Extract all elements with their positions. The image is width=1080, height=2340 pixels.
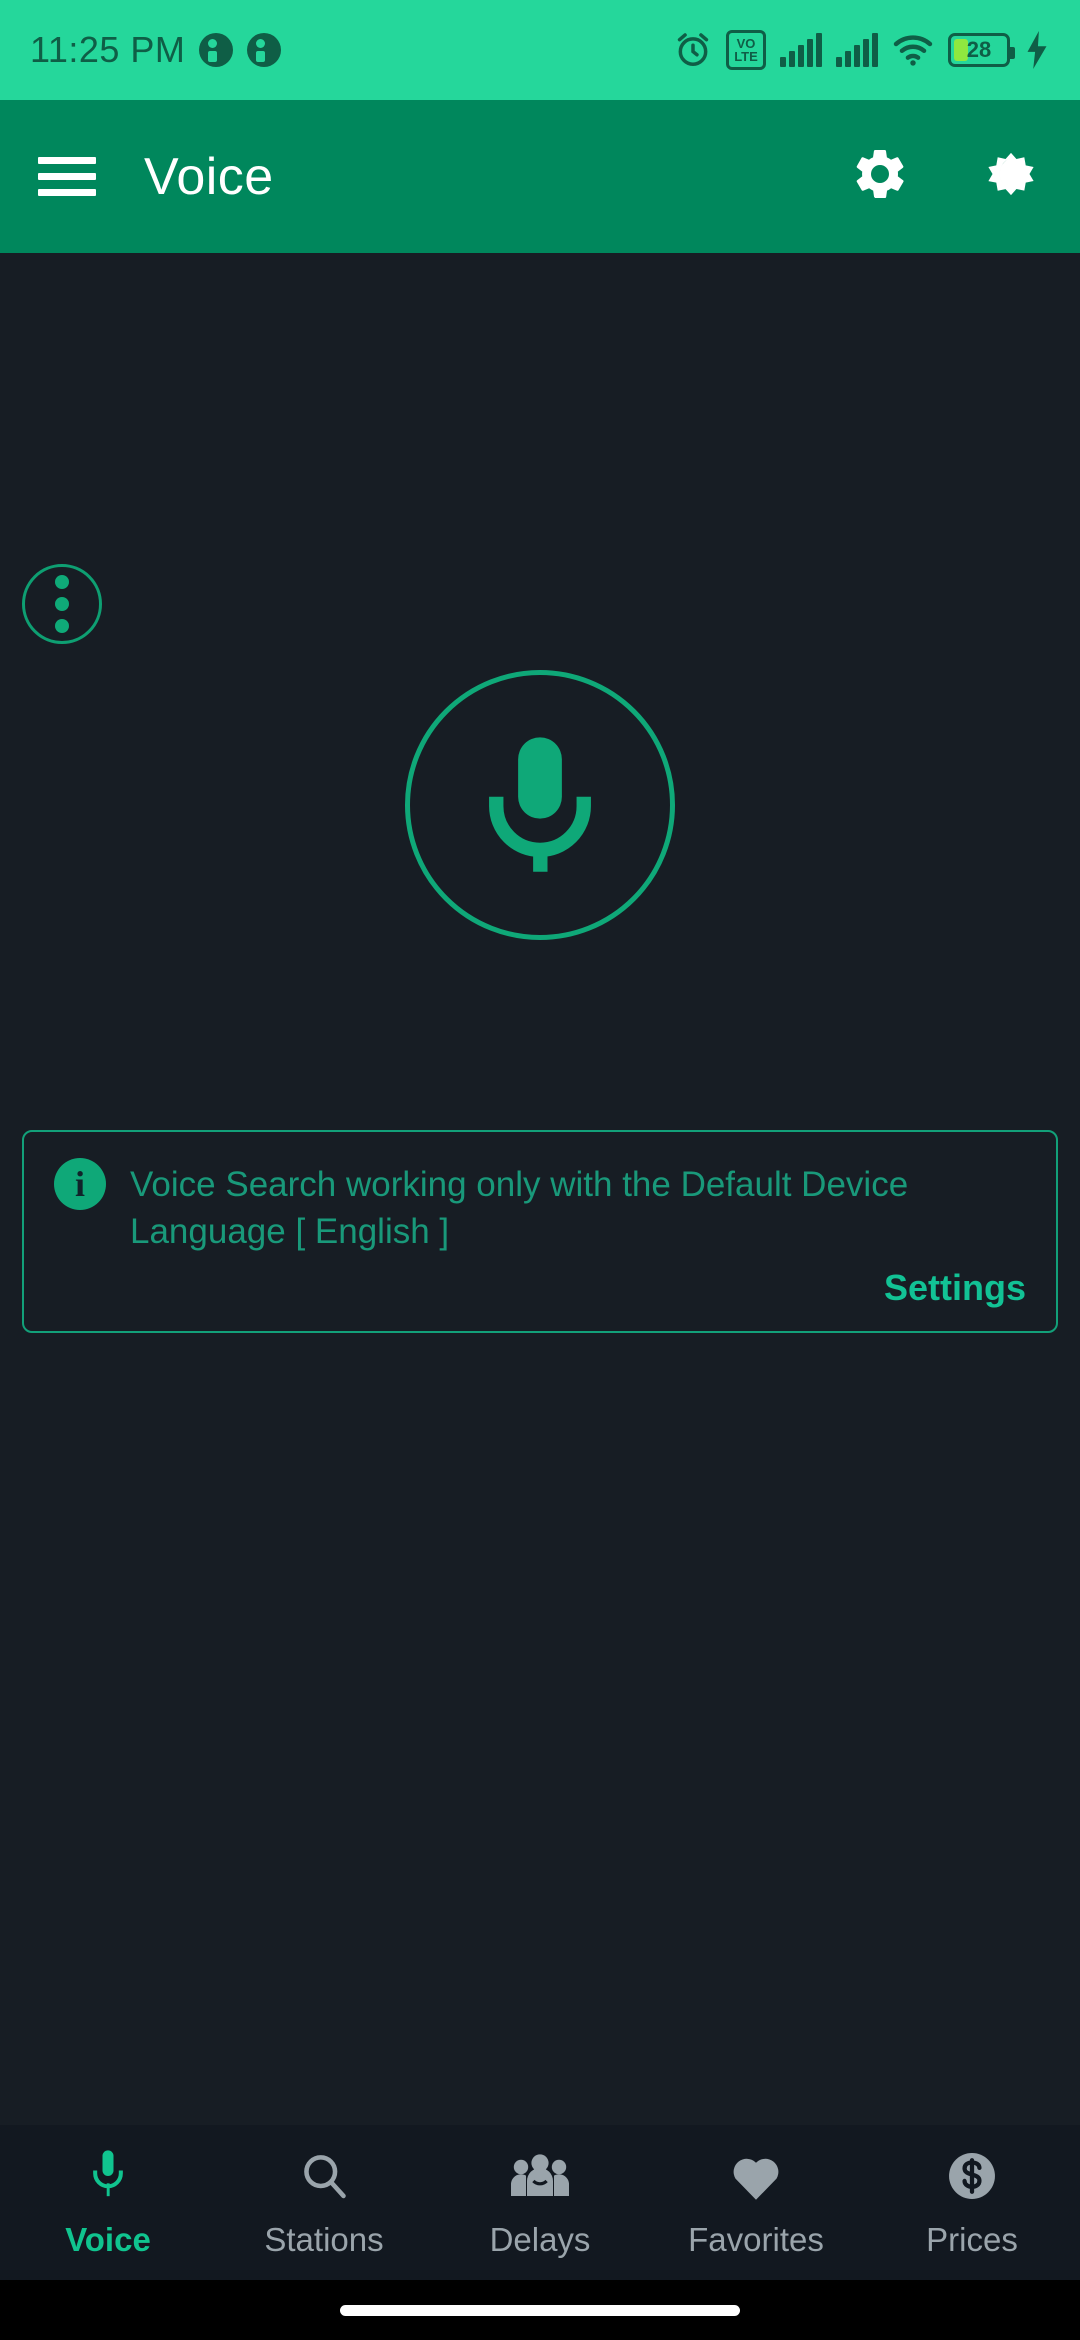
microphone-icon	[86, 2147, 130, 2205]
app-bar-actions	[850, 143, 1042, 210]
search-icon	[298, 2147, 350, 2205]
notification-badge-icon	[199, 33, 234, 67]
nav-item-prices[interactable]: Prices	[864, 2147, 1080, 2259]
people-group-icon	[510, 2147, 570, 2205]
phone-screen: 11:25 PM VO LTE 28 Voice i Voice Search …	[0, 0, 1080, 2340]
info-banner: i Voice Search working only with the Def…	[22, 1130, 1058, 1334]
volte-icon: VO LTE	[726, 30, 766, 70]
alarm-icon	[674, 31, 712, 69]
banner-settings-link[interactable]: Settings	[54, 1267, 1026, 1309]
gear-icon	[850, 144, 910, 209]
nav-item-voice[interactable]: Voice	[0, 2147, 216, 2259]
signal-icon	[836, 33, 878, 67]
app-bar: Voice	[0, 100, 1080, 253]
nav-item-delays[interactable]: Delays	[432, 2147, 648, 2259]
system-gesture-bar	[0, 2280, 1080, 2340]
microphone-icon	[471, 728, 609, 883]
overflow-menu-button[interactable]	[22, 564, 102, 644]
voice-search-mic-button[interactable]	[405, 670, 675, 940]
nav-label: Prices	[926, 2220, 1018, 2258]
heart-icon	[728, 2147, 784, 2205]
main-content: i Voice Search working only with the Def…	[0, 253, 1080, 2125]
nav-item-stations[interactable]: Stations	[216, 2147, 432, 2259]
banner-row: i Voice Search working only with the Def…	[54, 1158, 1026, 1255]
notification-badge-icon	[247, 33, 282, 67]
page-title: Voice	[144, 147, 274, 206]
status-bar-clock: 11:25 PM	[30, 29, 186, 70]
theme-toggle-button[interactable]	[980, 143, 1042, 210]
signal-icon	[780, 33, 822, 67]
three-dots-vertical-icon	[55, 575, 69, 589]
nav-item-favorites[interactable]: Favorites	[648, 2147, 864, 2259]
info-icon: i	[54, 1158, 106, 1210]
wifi-icon	[892, 33, 934, 67]
battery-icon: 28	[948, 33, 1015, 67]
gesture-pill[interactable]	[340, 2304, 740, 2316]
brightness-moon-icon	[980, 143, 1042, 210]
status-bar: 11:25 PM VO LTE 28	[0, 0, 1080, 100]
hamburger-menu-icon[interactable]	[38, 148, 96, 205]
bottom-navigation-bar: Voice Stations Delays Favorites Prices	[0, 2125, 1080, 2280]
nav-label: Voice	[65, 2220, 151, 2258]
status-bar-left: 11:25 PM	[30, 29, 282, 71]
dollar-coin-icon	[945, 2147, 999, 2205]
nav-label: Favorites	[688, 2220, 824, 2258]
status-bar-right: VO LTE 28	[674, 30, 1050, 70]
charging-bolt-icon	[1024, 31, 1050, 69]
nav-label: Stations	[264, 2220, 384, 2258]
nav-label: Delays	[489, 2220, 591, 2258]
banner-message: Voice Search working only with the Defau…	[130, 1165, 909, 1251]
settings-button[interactable]	[850, 144, 910, 209]
